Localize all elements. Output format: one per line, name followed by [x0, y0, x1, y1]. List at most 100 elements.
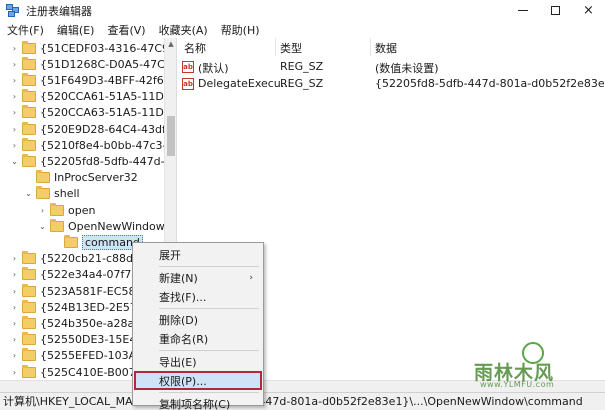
expand-arrow-icon[interactable]: ›: [10, 270, 19, 279]
maximize-button[interactable]: [539, 0, 572, 21]
value-name: (默认): [198, 62, 229, 75]
folder-icon: [22, 56, 36, 70]
tree-item[interactable]: › {51CEDF03-4316-47C9-81: [10, 40, 177, 56]
tree-item-label: {51F649D3-4BFF-42f6-A25: [40, 73, 177, 87]
expand-arrow-icon[interactable]: ›: [10, 125, 19, 134]
folder-icon: [22, 332, 36, 346]
column-type-header[interactable]: 类型: [280, 40, 302, 55]
tree-item[interactable]: › {520CCA61-51A5-11D3-91: [10, 89, 176, 105]
expand-arrow-icon[interactable]: ›: [10, 76, 19, 85]
menu-separator: [159, 266, 259, 267]
tree-item[interactable]: › {5220cb21-c88d-11: [10, 251, 151, 267]
context-menu-item[interactable]: 权限(P)...: [134, 371, 262, 390]
status-bar: 计算机\HKEY_LOCAL_MACHI...\{52205fd8-5dfb-4…: [0, 392, 605, 410]
folder-icon: [50, 218, 64, 232]
submenu-arrow-icon: ›: [249, 272, 253, 283]
menu-separator: [159, 308, 259, 309]
menu-separator: [159, 392, 259, 393]
tree-item[interactable]: › {51F649D3-4BFF-42f6-A25: [10, 72, 177, 88]
folder-icon: [22, 153, 36, 167]
close-button[interactable]: ×: [572, 0, 605, 21]
folder-icon: [22, 267, 36, 281]
context-menu-label: 导出(E): [159, 355, 197, 369]
menu-view[interactable]: 查看(V): [100, 22, 151, 38]
context-menu-label: 新建(N): [159, 271, 198, 285]
expand-arrow-icon[interactable]: ›: [10, 92, 19, 101]
expand-arrow-icon[interactable]: ›: [10, 141, 19, 150]
minimize-button[interactable]: [506, 0, 539, 21]
tree-item[interactable]: › open: [38, 202, 95, 218]
value-data: (数值未设置): [375, 62, 439, 75]
context-menu-item[interactable]: 新建(N) ›: [135, 269, 261, 286]
tree-item[interactable]: command: [52, 234, 143, 250]
tree-item[interactable]: ⌄ OpenNewWindow: [38, 218, 165, 234]
expand-arrow-icon[interactable]: ›: [10, 44, 19, 53]
expand-arrow-icon[interactable]: ›: [10, 319, 19, 328]
expand-arrow-icon[interactable]: ›: [10, 351, 19, 360]
watermark-logo: 雨林木风 www.YLMFU.com: [470, 340, 600, 389]
context-menu-item[interactable]: 导出(E): [135, 353, 261, 370]
close-icon: ×: [583, 3, 594, 18]
value-row[interactable]: ab DelegateExecu... REG_SZ {52205fd8-5df…: [178, 76, 605, 92]
collapse-arrow-icon[interactable]: ⌄: [38, 222, 47, 231]
value-type: REG_SZ: [280, 77, 324, 90]
expand-arrow-icon[interactable]: ›: [38, 206, 47, 215]
tree-item[interactable]: InProcServer32: [24, 170, 138, 186]
column-divider[interactable]: [370, 38, 371, 56]
tree-item[interactable]: › {520E9D28-64C4-43df-BE: [10, 121, 177, 137]
menu-file[interactable]: 文件(F): [0, 22, 50, 38]
expand-arrow-icon[interactable]: ›: [10, 287, 19, 296]
context-menu-label: 权限(P)...: [159, 374, 207, 388]
watermark-url: www.YLMFU.com: [480, 380, 555, 389]
expand-arrow-icon[interactable]: ›: [10, 368, 19, 377]
tree-scroll-thumb[interactable]: [167, 116, 175, 156]
column-divider[interactable]: [275, 38, 276, 56]
tree-item[interactable]: › {520CCA63-51A5-11D3-91: [10, 105, 177, 121]
expand-arrow-icon[interactable]: ›: [10, 108, 19, 117]
context-menu-label: 查找(F)...: [159, 290, 207, 304]
tree-item-label: open: [68, 203, 96, 217]
expand-arrow-icon[interactable]: ›: [10, 335, 19, 344]
folder-icon: [22, 40, 36, 54]
folder-icon: [22, 89, 36, 103]
tree-item-label: {51CEDF03-4316-47C9-81: [40, 41, 177, 55]
folder-icon: [22, 283, 36, 297]
regedit-icon: [6, 3, 20, 18]
value-name: DelegateExecu...: [198, 77, 292, 90]
collapse-arrow-icon[interactable]: ⌄: [10, 157, 19, 166]
expand-arrow-icon[interactable]: ›: [10, 254, 19, 263]
tree-item[interactable]: › {524b350e-a28a-42: [10, 315, 152, 331]
context-menu-item[interactable]: 复制项名称(C): [135, 395, 261, 410]
context-menu-item[interactable]: 查找(F)...: [135, 288, 261, 305]
folder-icon: [22, 105, 36, 119]
context-menu-item[interactable]: 重命名(R): [135, 330, 261, 347]
tree-item-label: shell: [54, 187, 80, 201]
tree-item[interactable]: ⌄ {52205fd8-5dfb-447d-801: [10, 153, 176, 169]
context-menu-label: 展开: [159, 248, 181, 262]
folder-icon: [22, 251, 36, 265]
tree-item[interactable]: ⌄ shell: [24, 186, 80, 202]
maximize-icon: [551, 6, 560, 15]
menu-favorites[interactable]: 收藏夹(A): [152, 22, 214, 38]
tree-item[interactable]: › {51D1268C-D0A5-47CC-A: [10, 56, 176, 72]
window-controls: ×: [506, 0, 605, 21]
value-row[interactable]: ab (默认) REG_SZ (数值未设置): [178, 59, 605, 75]
context-menu-item[interactable]: 删除(D): [135, 311, 261, 328]
expand-arrow-icon[interactable]: ›: [10, 60, 19, 69]
context-menu-item[interactable]: 展开: [135, 246, 261, 263]
menu-bar: 文件(F) 编辑(E) 查看(V) 收藏夹(A) 帮助(H): [0, 21, 605, 38]
menu-edit[interactable]: 编辑(E): [50, 22, 101, 38]
tree-item-label: {520E9D28-64C4-43df-BE: [40, 122, 177, 136]
tree-item-label: {520CCA63-51A5-11D3-91: [40, 106, 177, 120]
folder-icon: [64, 234, 78, 248]
tree-item-label: OpenNewWindow: [68, 219, 165, 233]
menu-help[interactable]: 帮助(H): [214, 22, 266, 38]
column-data-header[interactable]: 数据: [375, 40, 397, 55]
folder-icon: [50, 202, 64, 216]
column-name-header[interactable]: 名称: [184, 40, 206, 55]
string-value-icon: ab: [182, 78, 194, 90]
scroll-up-icon[interactable]: ▲: [165, 38, 177, 50]
expand-arrow-icon[interactable]: ›: [10, 303, 19, 312]
tree-item[interactable]: › {5210f8e4-b0bb-47c3-a8c: [10, 137, 176, 153]
collapse-arrow-icon[interactable]: ⌄: [24, 189, 33, 198]
